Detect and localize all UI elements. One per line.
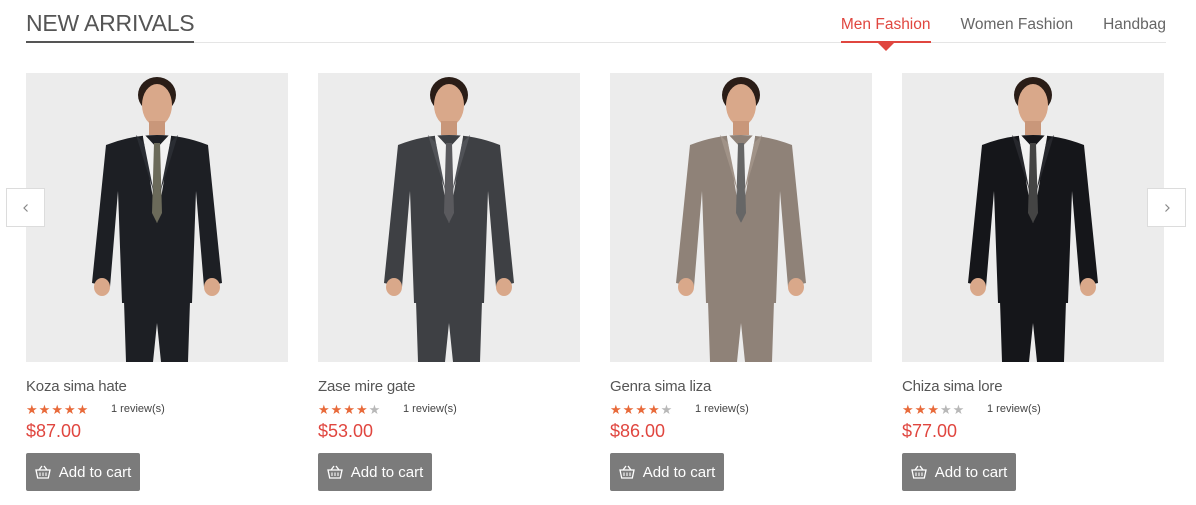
product-rating: ★ ★ ★ ★ ★ 1 review(s): [318, 402, 580, 416]
basket-icon: [910, 465, 927, 479]
product-price: $86.00: [610, 421, 666, 441]
chevron-right-icon: [1164, 203, 1170, 212]
star-filled-icon: ★: [647, 401, 660, 417]
star-filled-icon: ★: [610, 401, 622, 417]
star-filled-icon: ★: [318, 401, 330, 417]
star-filled-icon: ★: [902, 401, 914, 417]
rating-stars: ★ ★ ★ ★ ★: [902, 403, 987, 416]
tab-label: Handbag: [1103, 16, 1166, 33]
product-image[interactable]: [318, 73, 580, 362]
product-rating: ★ ★ ★ ★ ★ 1 review(s): [902, 402, 1164, 416]
product-image[interactable]: [610, 73, 872, 362]
product-price: $77.00: [902, 421, 958, 441]
button-label: Add to cart: [934, 463, 1008, 481]
basket-icon: [34, 465, 51, 479]
review-count[interactable]: 1 review(s): [987, 403, 1041, 415]
model-suit-illustration: [676, 77, 806, 362]
tab-women-fashion[interactable]: Women Fashion: [961, 16, 1074, 42]
section-title: NEW ARRIVALS: [26, 10, 195, 43]
add-to-cart-button[interactable]: Add to cart: [902, 453, 1016, 491]
star-filled-icon: ★: [51, 401, 63, 417]
button-label: Add to cart: [642, 463, 716, 481]
button-label: Add to cart: [58, 463, 132, 481]
add-to-cart-button[interactable]: Add to cart: [318, 453, 432, 491]
star-filled-icon: ★: [343, 401, 355, 417]
rating-stars: ★ ★ ★ ★ ★: [610, 403, 695, 416]
star-filled-icon: ★: [63, 401, 76, 417]
product-card: Genra sima liza ★ ★ ★ ★ ★ 1 review(s) $86.00…: [610, 73, 872, 491]
review-count[interactable]: 1 review(s): [695, 403, 749, 415]
category-tabs: Men Fashion Women Fashion Handbag: [840, 16, 1166, 51]
add-to-cart-button[interactable]: Add to cart: [610, 453, 724, 491]
tab-handbag[interactable]: Handbag: [1103, 16, 1166, 42]
new-arrivals-section: NEW ARRIVALS Men Fashion Women Fashion H…: [0, 0, 1196, 505]
star-filled-icon: ★: [26, 401, 38, 417]
star-filled-icon: ★: [914, 401, 927, 417]
product-rating: ★ ★ ★ ★ ★ 1 review(s): [610, 402, 872, 416]
star-filled-icon: ★: [927, 401, 939, 417]
active-tab-caret-icon: [877, 43, 894, 51]
star-filled-icon: ★: [355, 401, 368, 417]
carousel-next-button[interactable]: [1147, 188, 1186, 227]
tab-label: Men Fashion: [840, 16, 931, 33]
product-card: Chiza sima lore ★ ★ ★ ★ ★ 1 review(s) $77.00…: [902, 73, 1164, 491]
model-suit-illustration: [968, 77, 1098, 362]
product-name[interactable]: Genra sima liza: [610, 377, 872, 397]
model-suit-illustration: [92, 77, 222, 362]
review-count[interactable]: 1 review(s): [403, 403, 457, 415]
star-filled-icon: ★: [38, 401, 51, 417]
basket-icon: [618, 465, 635, 479]
star-empty-icon: ★: [660, 401, 673, 417]
product-price: $87.00: [26, 421, 82, 441]
product-image[interactable]: [902, 73, 1164, 362]
model-suit-illustration: [384, 77, 514, 362]
tab-label: Women Fashion: [960, 16, 1074, 33]
product-price: $53.00: [318, 421, 374, 441]
rating-stars: ★ ★ ★ ★ ★: [26, 403, 111, 416]
section-header: NEW ARRIVALS Men Fashion Women Fashion H…: [26, 0, 1166, 51]
star-empty-icon: ★: [939, 401, 952, 417]
star-empty-icon: ★: [952, 401, 965, 417]
product-rating: ★ ★ ★ ★ ★ 1 review(s): [26, 402, 288, 416]
star-filled-icon: ★: [76, 401, 89, 417]
button-label: Add to cart: [350, 463, 424, 481]
basket-icon: [326, 465, 343, 479]
product-card: Koza sima hate ★ ★ ★ ★ ★ 1 review(s) $87.00 …: [26, 73, 288, 491]
star-filled-icon: ★: [330, 401, 343, 417]
product-card: Zase mire gate ★ ★ ★ ★ ★ 1 review(s) $53.00 …: [318, 73, 580, 491]
add-to-cart-button[interactable]: Add to cart: [26, 453, 140, 491]
star-empty-icon: ★: [368, 401, 381, 417]
tab-men-fashion[interactable]: Men Fashion: [840, 16, 931, 51]
rating-stars: ★ ★ ★ ★ ★: [318, 403, 403, 416]
product-name[interactable]: Chiza sima lore: [902, 377, 1164, 397]
product-name[interactable]: Koza sima hate: [26, 377, 288, 397]
chevron-left-icon: [22, 203, 28, 212]
carousel-prev-button[interactable]: [6, 188, 45, 227]
product-name[interactable]: Zase mire gate: [318, 377, 580, 397]
star-filled-icon: ★: [635, 401, 647, 417]
review-count[interactable]: 1 review(s): [111, 403, 165, 415]
star-filled-icon: ★: [622, 401, 635, 417]
product-image[interactable]: [26, 73, 288, 362]
